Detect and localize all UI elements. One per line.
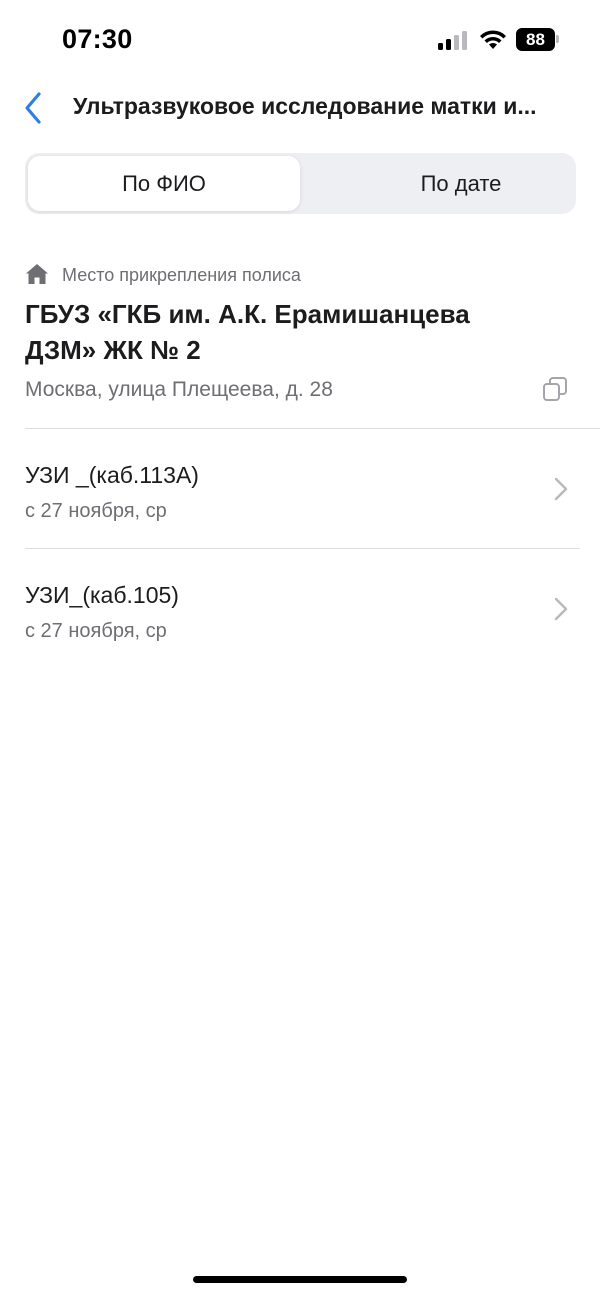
status-time: 07:30 [62, 24, 133, 54]
room-title: УЗИ _(каб.113А) [25, 462, 199, 488]
chevron-right-icon [554, 597, 568, 621]
status-bar: 07:30 88 [0, 0, 600, 80]
list-item-room-105[interactable]: УЗИ_(каб.105) с 27 ноября, ср [0, 549, 600, 667]
cellular-signal-icon [438, 30, 468, 50]
nav-header: Ультразвуковое исследование матки и... [0, 80, 600, 136]
page-title: Ультразвуковое исследование матки и... [73, 93, 537, 119]
sort-segmented-control: По ФИО По дате [25, 153, 576, 214]
wifi-icon [480, 30, 506, 49]
back-chevron-icon[interactable] [18, 88, 50, 128]
room-title: УЗИ_(каб.105) [25, 582, 179, 608]
battery-level: 88 [516, 28, 555, 51]
list-item-room-113a[interactable]: УЗИ _(каб.113А) с 27 ноября, ср [0, 429, 600, 547]
copy-icon[interactable] [541, 375, 569, 403]
policy-label: Место прикрепления полиса [62, 265, 301, 285]
tab-by-name[interactable]: По ФИО [28, 156, 300, 211]
battery-icon: 88 [516, 28, 560, 51]
tab-by-date[interactable]: По дате [325, 156, 597, 211]
room-schedule: с 27 ноября, ср [25, 620, 167, 642]
home-icon [26, 264, 48, 284]
home-indicator [193, 1276, 407, 1283]
clinic-name: ГБУЗ «ГКБ им. А.К. Ерамишанцева ДЗМ» ЖК … [25, 299, 470, 365]
room-schedule: с 27 ноября, ср [25, 500, 167, 522]
clinic-address: Москва, улица Плещеева, д. 28 [25, 378, 333, 401]
chevron-right-icon [554, 477, 568, 501]
